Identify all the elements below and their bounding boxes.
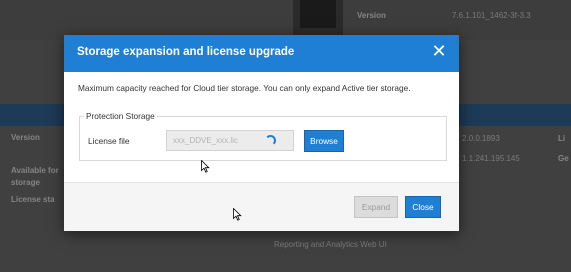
license-file-label: License file (88, 136, 130, 146)
protection-storage-legend: Protection Storage (84, 111, 157, 121)
close-button[interactable]: Close (405, 196, 441, 218)
background-header (0, 0, 571, 40)
dialog-footer (64, 183, 459, 231)
capacity-message: Maximum capacity reached for Cloud tier … (78, 83, 411, 93)
bg-right-value-1: 2.0.0.1893 (462, 134, 500, 143)
bg-available-label-2: storage (11, 178, 40, 187)
browse-button[interactable]: Browse (304, 130, 344, 152)
bg-right-label-2: Ge (558, 154, 569, 163)
bg-version-value-top: 7.6.1.101_1462-3f-3.3 (452, 11, 531, 20)
mouse-pointer-icon (201, 160, 210, 173)
bg-version-label-top: Version (357, 11, 386, 20)
dialog-header: Storage expansion and license upgrade ✕ (64, 35, 459, 72)
license-file-placeholder: xxx_DDVE_xxx.lic (173, 136, 238, 145)
bg-right-label-1: Li (558, 134, 566, 143)
loading-spinner-icon (265, 135, 276, 146)
storage-expansion-dialog: Storage expansion and license upgrade ✕ … (64, 35, 459, 231)
mouse-pointer-icon-secondary (233, 208, 242, 221)
bg-available-label-1: Available for (11, 166, 59, 175)
bg-right-value-2: 1.1.241.195.145 (462, 154, 520, 163)
background-thumbnail-image (300, 0, 336, 28)
close-icon[interactable]: ✕ (430, 41, 448, 61)
bg-reporting-link: Reporting and Analytics Web UI (274, 240, 387, 249)
bg-license-label: License sta (11, 195, 55, 204)
expand-button[interactable]: Expand (354, 196, 398, 218)
license-file-input[interactable]: xxx_DDVE_xxx.lic (166, 130, 294, 151)
bg-version-label: Version (11, 133, 40, 142)
dialog-title: Storage expansion and license upgrade (77, 46, 295, 58)
